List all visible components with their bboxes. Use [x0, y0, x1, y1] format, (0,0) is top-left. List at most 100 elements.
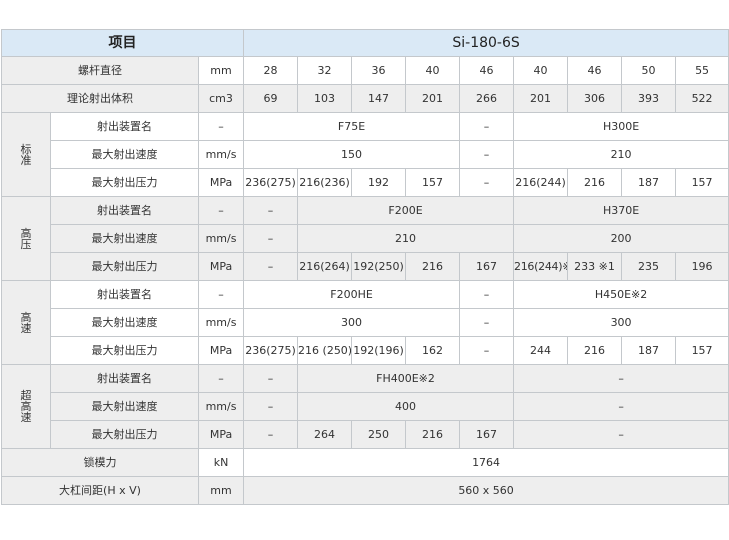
device-unit: –: [197, 280, 245, 309]
clamp-force-label: 锁模力: [1, 448, 199, 477]
tie-bar-value: 560 x 560: [243, 476, 729, 505]
pressure-cell: 236(275): [243, 168, 299, 197]
dash-cell: –: [513, 420, 729, 449]
standard-device-b: H300E: [513, 112, 729, 141]
screw-diameter-cell: 46: [567, 56, 623, 85]
standard-speed-row: 最大射出速度 mm/s 150 – 210: [1, 140, 729, 169]
pressure-cell: 192(196): [351, 336, 407, 365]
device-unit: –: [197, 112, 245, 141]
clamp-force-row: 锁模力 kN 1764: [1, 448, 729, 477]
speed-label: 最大射出速度: [50, 224, 199, 253]
pressure-cell: 216(236): [297, 168, 353, 197]
dash-cell: –: [459, 280, 515, 309]
spec-table: 项目 Si-180-6S 螺杆直径 mm 28 32 36 40 46 40 4…: [0, 29, 729, 505]
device-label: 射出装置名: [50, 280, 199, 309]
device-label: 射出装置名: [50, 196, 199, 225]
pressure-cell: 192: [351, 168, 407, 197]
pressure-cell: 167: [459, 420, 515, 449]
clamp-force-value: 1764: [243, 448, 729, 477]
dash-cell: –: [243, 224, 299, 253]
pressure-cell: 250: [351, 420, 407, 449]
pressure-cell: 216: [405, 420, 461, 449]
high-speed-pressure-row: 最大射出压力 MPa 236(275) 216 (250) 192(196) 1…: [1, 336, 729, 365]
shot-volume-row: 理论射出体积 cm3 69 103 147 201 266 201 306 39…: [1, 84, 729, 113]
pressure-cell: –: [243, 420, 299, 449]
dash-cell: –: [513, 364, 729, 393]
high-pressure-device-b: H370E: [513, 196, 729, 225]
screw-diameter-cell: 36: [351, 56, 407, 85]
shot-volume-cell: 306: [567, 84, 623, 113]
standard-speed-b: 210: [513, 140, 729, 169]
dash-cell: –: [243, 392, 299, 421]
tie-bar-label: 大杠间距(H x V): [1, 476, 199, 505]
pressure-cell: 216(244): [513, 168, 569, 197]
high-speed-device-b: H450E※2: [513, 280, 729, 309]
pressure-cell: 187: [621, 168, 677, 197]
shot-volume-cell: 147: [351, 84, 407, 113]
standard-device-a: F75E: [243, 112, 461, 141]
pressure-cell: 236(275): [243, 336, 299, 365]
ultra-high-speed-speed-row: 最大射出速度 mm/s – 400 –: [1, 392, 729, 421]
pressure-unit: MPa: [197, 168, 245, 197]
shot-volume-label: 理论射出体积: [1, 84, 199, 113]
pressure-cell: 216: [567, 336, 623, 365]
pressure-cell: 216: [405, 252, 461, 281]
pressure-cell: 216(244)※1: [513, 252, 569, 281]
device-label: 射出装置名: [50, 112, 199, 141]
header-row: 项目 Si-180-6S: [0, 29, 729, 57]
shot-volume-unit: cm3: [197, 84, 245, 113]
dash-cell: –: [513, 392, 729, 421]
pressure-cell: 216 (250): [297, 336, 353, 365]
pressure-label: 最大射出压力: [50, 336, 199, 365]
pressure-cell: 187: [621, 336, 677, 365]
screw-diameter-cell: 50: [621, 56, 677, 85]
speed-unit: mm/s: [197, 392, 245, 421]
group-label-high-speed: 高速: [1, 280, 51, 365]
pressure-cell: 157: [675, 336, 729, 365]
group-label-standard: 标准: [1, 112, 51, 197]
high-speed-device-a: F200HE: [243, 280, 461, 309]
pressure-cell: 192(250): [351, 252, 407, 281]
pressure-cell: –: [459, 168, 515, 197]
high-speed-speed-row: 最大射出速度 mm/s 300 – 300: [1, 308, 729, 337]
high-pressure-device-row: 高压 射出装置名 – – F200E H370E: [1, 196, 729, 281]
device-unit: –: [197, 196, 245, 225]
speed-unit: mm/s: [197, 308, 245, 337]
pressure-cell: 196: [675, 252, 729, 281]
pressure-cell: 233 ※1: [567, 252, 623, 281]
pressure-cell: 157: [405, 168, 461, 197]
pressure-cell: 157: [675, 168, 729, 197]
screw-diameter-cell: 28: [243, 56, 299, 85]
shot-volume-cell: 201: [513, 84, 569, 113]
shot-volume-cell: 266: [459, 84, 515, 113]
standard-device-row: 标准 射出装置名 – F75E – H300E: [1, 112, 729, 197]
dash-cell: –: [459, 308, 515, 337]
tie-bar-unit: mm: [197, 476, 245, 505]
high-pressure-speed-b: 200: [513, 224, 729, 253]
pressure-unit: MPa: [197, 252, 245, 281]
pressure-cell: 264: [297, 420, 353, 449]
ultra-high-speed-pressure-row: 最大射出压力 MPa – 264 250 216 167 –: [1, 420, 729, 449]
shot-volume-cell: 201: [405, 84, 461, 113]
clamp-force-unit: kN: [197, 448, 245, 477]
screw-diameter-row: 螺杆直径 mm 28 32 36 40 46 40 46 50 55: [1, 56, 729, 85]
pressure-cell: 244: [513, 336, 569, 365]
screw-diameter-cell: 55: [675, 56, 729, 85]
pressure-label: 最大射出压力: [50, 420, 199, 449]
pressure-unit: MPa: [197, 420, 245, 449]
group-label-ultra-high-speed: 超高速: [1, 364, 51, 449]
shot-volume-cell: 103: [297, 84, 353, 113]
ultra-high-speed-speed-a: 400: [297, 392, 515, 421]
pressure-cell: 167: [459, 252, 515, 281]
pressure-cell: 162: [405, 336, 461, 365]
screw-diameter-cell: 32: [297, 56, 353, 85]
pressure-cell: 216(264): [297, 252, 353, 281]
dash-cell: –: [459, 140, 515, 169]
dash-cell: –: [459, 112, 515, 141]
speed-unit: mm/s: [197, 140, 245, 169]
screw-diameter-unit: mm: [197, 56, 245, 85]
screw-diameter-cell: 40: [405, 56, 461, 85]
shot-volume-cell: 69: [243, 84, 299, 113]
device-unit: –: [197, 364, 245, 393]
screw-diameter-label: 螺杆直径: [1, 56, 199, 85]
